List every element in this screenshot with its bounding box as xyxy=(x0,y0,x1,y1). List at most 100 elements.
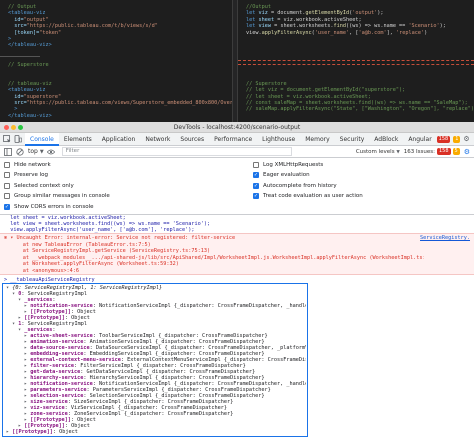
setting-log-xmlhttprequests[interactable]: Log XMLHttpRequests xyxy=(253,160,323,169)
error-line: at new TableauError (TableauError.ts:7:5… xyxy=(4,241,151,248)
html-code-line: id="output" xyxy=(8,16,49,23)
html-code-token: [token]= xyxy=(8,29,40,36)
ts-code-token: viz xyxy=(258,10,268,17)
checkbox[interactable]: ✓ xyxy=(253,193,259,200)
expand-toggle-icon[interactable]: ▾ xyxy=(6,285,9,291)
filter-placeholder: Filter xyxy=(65,148,80,154)
error-source-link[interactable]: ServiceRegistry. xyxy=(420,235,470,241)
maximize-window-icon[interactable] xyxy=(18,125,23,130)
tab-adblock[interactable]: AdBlock xyxy=(369,133,403,146)
setting-group-similar-messages-in-console[interactable]: Group similar messages in console xyxy=(4,192,110,201)
inspect-element-icon[interactable] xyxy=(3,135,11,144)
show-sidebar-icon[interactable] xyxy=(3,147,12,156)
setting-label: Hide network xyxy=(14,161,51,168)
setting-autocomplete-from-history[interactable]: ✓ Autocomplete from history xyxy=(253,181,337,190)
expand-toggle-icon[interactable]: ▾ xyxy=(18,327,21,333)
ts-code-token: //Output xyxy=(246,4,271,10)
setting-hide-network[interactable]: Hide network xyxy=(4,160,51,169)
expand-toggle-icon[interactable]: ▸ xyxy=(6,429,9,435)
console-settings-gear-icon[interactable]: ⚙ xyxy=(464,148,470,156)
tabbar-right-controls: 158 1 ⚙ ⋮ xyxy=(436,135,474,143)
close-window-icon[interactable] xyxy=(4,125,9,130)
error-count-badge[interactable]: 158 xyxy=(436,135,451,143)
chevron-down-icon: ▼ xyxy=(39,148,44,155)
checkbox[interactable] xyxy=(4,193,10,200)
ts-code-token: // Superstore xyxy=(246,80,287,87)
checkbox[interactable]: ✓ xyxy=(4,203,10,210)
html-code-token: "output" xyxy=(23,16,49,23)
html-code-token: </tableau-viz> xyxy=(8,42,52,49)
devtools-tabs: Console Elements Application Network Sources… xyxy=(25,132,437,146)
chevron-down-icon: ▼ xyxy=(396,149,400,155)
checkbox[interactable]: ✓ xyxy=(253,172,259,179)
setting-preserve-log[interactable]: Preserve log xyxy=(4,171,48,180)
checkbox[interactable] xyxy=(4,172,10,179)
tab-application[interactable]: Application xyxy=(97,133,141,146)
console-settings-panel: Hide network Preserve log Selected context… xyxy=(0,158,474,215)
html-code-line: <tableau-viz xyxy=(8,10,45,16)
tree-value: : Object xyxy=(52,429,78,435)
ts-code-line: let sheet = viz.workbook.activeSheet; xyxy=(246,17,362,23)
html-code-token: "https://public.tableau.com/t/b/views/s/… xyxy=(26,23,158,30)
html-code-token: "https://public.tableau.com/views/Supers… xyxy=(26,100,232,106)
minimize-window-icon[interactable] xyxy=(11,125,16,130)
setting-show-cors-errors-in-console[interactable]: ✓ Show CORS errors in console xyxy=(4,202,94,211)
ts-code-token: 'Scenario' xyxy=(408,23,440,30)
setting-selected-context-only[interactable]: Selected context only xyxy=(4,181,74,190)
tab-sources[interactable]: Sources xyxy=(175,133,209,146)
context-value: top xyxy=(28,148,38,155)
expand-toggle-icon[interactable]: ▾ xyxy=(12,321,15,327)
ts-code-token: // saleMap.applyFilterAsync("State", ["W… xyxy=(246,106,474,113)
console-output: > let viz = document.getElementById('out… xyxy=(0,215,474,438)
log-levels-dropdown[interactable]: Custom levels ▼ xyxy=(356,149,400,155)
tab-console[interactable]: Console xyxy=(25,132,59,146)
html-code-token: > xyxy=(8,106,18,113)
console-toolbar: top ▼ Filter Custom levels ▼ 163 Issues:… xyxy=(0,146,474,158)
tab-security[interactable]: Security xyxy=(335,133,370,146)
ts-code-token: let xyxy=(246,10,259,17)
console-filter-input[interactable]: Filter xyxy=(61,147,292,156)
setting-label: Autocomplete from history xyxy=(263,182,337,189)
html-code-line: > xyxy=(8,106,17,112)
ts-code-line: // let viz = document.getElementById("su… xyxy=(246,87,405,93)
tab-lighthouse[interactable]: Lighthouse xyxy=(257,133,300,146)
editor-pane-html[interactable]: // Output <tableau-viz id="output" src="h… xyxy=(0,0,232,122)
setting-label: Eager evaluation xyxy=(263,172,310,179)
checkbox[interactable] xyxy=(253,161,259,168)
ts-code-token: = sheet.worksheets. xyxy=(271,23,334,30)
settings-gear-icon[interactable]: ⚙ xyxy=(463,135,469,143)
clear-console-icon[interactable] xyxy=(15,147,24,156)
warning-count-badge[interactable]: 1 xyxy=(453,135,461,143)
checkbox[interactable] xyxy=(4,182,10,189)
editor-pane-typescript[interactable]: //Output let viz = document.getElementByI… xyxy=(238,0,474,122)
issues-summary[interactable]: 163 Issues: 158 5 xyxy=(404,148,460,155)
editor-separator-line xyxy=(0,56,40,57)
tab-memory[interactable]: Memory xyxy=(300,133,334,146)
ts-code-line: // Superstore xyxy=(246,81,287,87)
context-selector[interactable]: top ▼ xyxy=(28,148,44,155)
setting-eager-evaluation[interactable]: ✓ Eager evaluation xyxy=(253,171,310,180)
tab-elements[interactable]: Elements xyxy=(59,133,97,146)
html-code-line: > xyxy=(8,36,11,42)
checkbox[interactable] xyxy=(4,161,10,168)
tab-angular[interactable]: Angular xyxy=(403,133,436,146)
error-line: at __webpack_modules__.../api-shared-js/… xyxy=(4,254,424,261)
issue-error-badge: 158 xyxy=(436,148,451,155)
setting-label: Preserve log xyxy=(14,172,49,179)
issue-warning-badge: 5 xyxy=(452,148,460,155)
code-editor: // Output <tableau-viz id="output" src="h… xyxy=(0,0,474,122)
editor-separator-line xyxy=(238,60,474,61)
checkbox[interactable]: ✓ xyxy=(253,182,259,189)
html-code-line: [token]="token" xyxy=(8,30,61,36)
tab-performance[interactable]: Performance xyxy=(209,133,257,146)
live-expression-eye-icon[interactable] xyxy=(47,147,56,156)
expand-toggle-icon[interactable]: ▾ xyxy=(12,291,15,297)
setting-treat-code-evaluation-as-user-action[interactable]: ✓ Treat code evaluation as user action xyxy=(253,192,363,201)
tab-network[interactable]: Network xyxy=(140,133,175,146)
expand-toggle-icon[interactable]: ▾ xyxy=(18,297,21,303)
device-toolbar-icon[interactable] xyxy=(14,135,22,144)
window-title: DevTools - localhost:4200/scenario-outpu… xyxy=(173,124,301,131)
devtools-tabbar: Console Elements Application Network Sources… xyxy=(0,132,474,146)
tree-row[interactable]: ▸ [[Prototype]]: Object xyxy=(6,429,306,435)
html-code-token: src= xyxy=(8,100,27,106)
